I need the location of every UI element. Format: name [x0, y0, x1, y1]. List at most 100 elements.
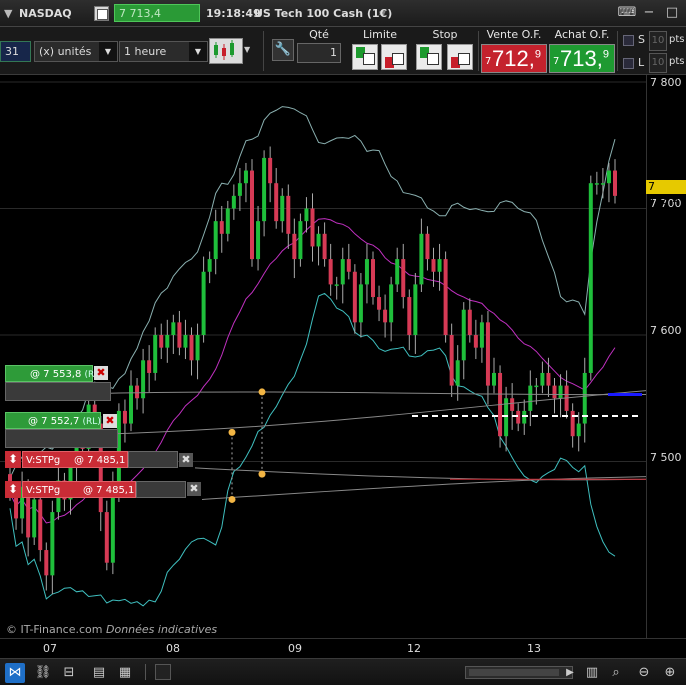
limit-sell-button[interactable]	[381, 44, 407, 70]
zoom-out-icon[interactable]: ⊖	[634, 663, 654, 683]
left-number-field[interactable]: 31	[0, 41, 31, 62]
candle-body	[407, 297, 412, 335]
order-price: @ 7 553,8	[30, 369, 82, 380]
maximize-icon[interactable]: □	[662, 4, 682, 22]
candle-body	[147, 360, 152, 373]
sell-price-main: 712,	[492, 46, 535, 71]
close-icon[interactable]: ✖	[103, 414, 117, 428]
drag-handle-icon[interactable]: ⬍	[5, 481, 21, 498]
order-tag-blank	[5, 429, 118, 448]
close-icon[interactable]: ✖	[94, 366, 108, 380]
buy-price: 713,9	[560, 46, 609, 72]
l-points-input[interactable]: 10	[649, 53, 667, 73]
s-checkbox[interactable]	[623, 35, 634, 46]
menu-arrow-icon[interactable]: ▼	[4, 0, 12, 27]
order-handle-dot	[228, 428, 236, 436]
limit-buy-button[interactable]	[352, 44, 378, 70]
chart-type-icon[interactable]: ▥	[582, 663, 602, 683]
indicators-icon[interactable]: ▤	[89, 663, 109, 683]
color-swatch[interactable]	[155, 664, 171, 680]
divider	[617, 31, 618, 71]
y-label: 7 500	[650, 451, 682, 464]
order-handle-dot	[228, 495, 236, 503]
l-pts-label: pts	[669, 56, 685, 67]
price-axis[interactable]: 7 800 7 700 7 600 7 500	[646, 75, 686, 638]
price-chart[interactable]	[0, 75, 647, 638]
order-tag-stop-1[interactable]: V:STPg @ 7 485,1	[22, 451, 128, 468]
drag-handle-icon[interactable]: ⬍	[5, 451, 21, 468]
candle-body	[250, 170, 254, 260]
link-icon[interactable]: ⛓	[33, 663, 53, 683]
candle-body	[243, 170, 248, 184]
zoom-area-icon[interactable]: ⌕	[606, 663, 626, 683]
candle-body	[310, 208, 315, 247]
candle-body	[201, 271, 206, 335]
chevron-down-icon: ▼	[99, 42, 117, 61]
wrench-icon[interactable]: 🔧	[272, 39, 294, 61]
sell-button[interactable]: 7 712,9	[481, 44, 547, 73]
chart-type-icon[interactable]	[209, 38, 243, 64]
stop-sell-button[interactable]	[447, 44, 473, 70]
order-tag-limit-1[interactable]: @ 7 553,8 (RL)	[5, 365, 103, 382]
buy-button[interactable]: 7 713,9	[549, 44, 615, 73]
order-handle-dot	[258, 470, 266, 478]
close-icon[interactable]: ✖	[187, 482, 201, 496]
zoom-in-icon[interactable]: ⊕	[660, 663, 680, 683]
horizontal-scrollbar[interactable]	[465, 666, 573, 679]
bottom-toolbar: ⋈ ⛓ ⊟ ▤ ▦ ▶ ▥ ⌕ ⊖ ⊕	[0, 658, 686, 685]
candle-body	[461, 309, 466, 361]
qty-label: Qté	[309, 28, 329, 41]
interval-dropdown[interactable]: 1 heure ▼	[119, 41, 208, 62]
split-view-icon[interactable]: ⊟	[59, 663, 79, 683]
x-label: 13	[527, 642, 541, 655]
l-checkbox[interactable]	[623, 58, 634, 69]
candle-body	[316, 233, 321, 247]
scroll-right-icon[interactable]: ▶	[560, 663, 580, 683]
candle-body	[449, 335, 454, 386]
qty-input[interactable]: 1	[297, 43, 341, 63]
buy-price-main: 713,	[560, 46, 603, 71]
minimize-icon[interactable]: −	[639, 4, 659, 22]
x-label: 12	[407, 642, 421, 655]
order-tag-limit-2[interactable]: @ 7 552,7 (RL)	[5, 412, 101, 429]
current-price-label: 7 713,4	[646, 180, 686, 207]
s-points-input[interactable]: 10	[649, 31, 667, 51]
order-price: @ 7 485,1	[74, 455, 126, 466]
candle-body	[540, 372, 545, 386]
order-type: (RL)	[82, 417, 101, 427]
keyboard-icon[interactable]: ⌨	[617, 4, 637, 22]
chart-canvas[interactable]	[0, 75, 647, 638]
candle-body	[280, 195, 285, 222]
instrument-name[interactable]: NASDAQ	[19, 0, 72, 27]
sell-label: Vente O.F.	[486, 28, 542, 41]
layers-icon[interactable]: ▦	[115, 663, 135, 683]
share-icon[interactable]: ⋈	[5, 663, 25, 683]
candle-body	[395, 259, 400, 285]
candle-body	[588, 183, 593, 373]
time-axis[interactable]: 07 08 09 12 13	[0, 638, 686, 658]
candle-body	[207, 259, 212, 272]
candle-body	[298, 221, 303, 260]
order-handle-dot	[258, 388, 266, 396]
candle-body	[44, 550, 49, 576]
candle-body	[231, 195, 236, 209]
candle-body	[473, 335, 478, 348]
units-dropdown[interactable]: (x) unités ▼	[34, 41, 118, 62]
candle-body	[219, 221, 224, 234]
candle-body	[189, 335, 194, 361]
scroll-thumb[interactable]	[469, 669, 559, 676]
window-checkbox-icon[interactable]	[94, 6, 109, 21]
candle-body	[413, 284, 418, 335]
y-label: 7 800	[650, 76, 682, 89]
candle-body	[322, 233, 327, 260]
order-box-icon	[392, 53, 404, 65]
close-icon[interactable]: ✖	[179, 453, 193, 467]
candle-body	[346, 259, 351, 272]
order-tag-filler	[128, 451, 178, 468]
candle-body	[600, 183, 605, 185]
chart-type-chevron-icon[interactable]: ▼	[244, 45, 250, 54]
order-tag-stop-2[interactable]: V:STPg @ 7 485,1	[22, 481, 136, 498]
stop-buy-button[interactable]	[416, 44, 442, 70]
credit-source: © IT-Finance.com	[6, 623, 103, 636]
x-label: 09	[288, 642, 302, 655]
